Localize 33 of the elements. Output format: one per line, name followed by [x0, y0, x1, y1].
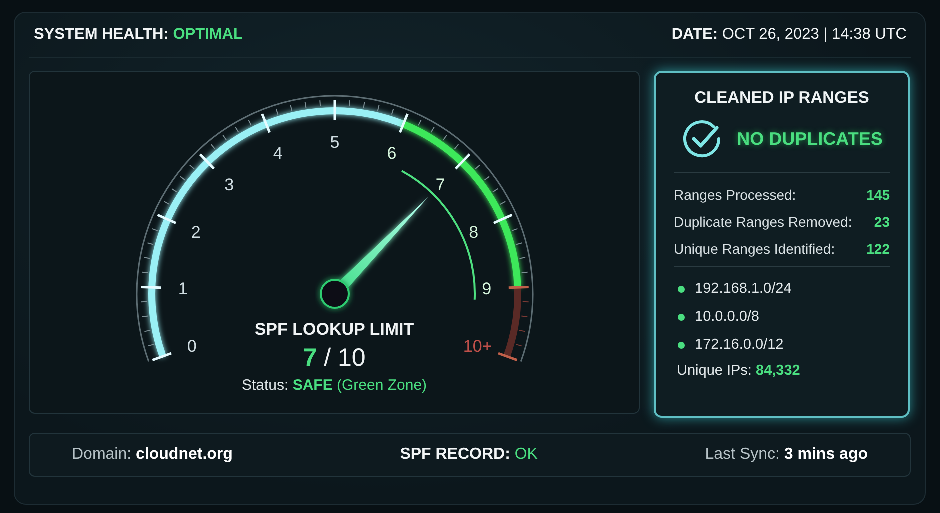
scale-label: 6 — [387, 144, 397, 164]
scale-label: 1 — [178, 280, 188, 299]
ip-range: 172.16.0.0/12 — [695, 337, 784, 353]
stat-value: 145 — [866, 186, 890, 202]
gauge-title: SPF LOOKUP LIMIT — [254, 320, 414, 340]
stat-label: Duplicate Ranges Removed: — [674, 214, 852, 230]
scale-label: 0 — [187, 336, 197, 356]
ip-range: 10.0.0.0/8 — [695, 309, 760, 325]
status-text: Status: SAFE (Green Zone) — [242, 377, 428, 394]
scale-label: 7 — [436, 176, 446, 195]
scale-label: 4 — [273, 144, 283, 164]
scale-label: 5 — [330, 133, 340, 152]
scale-label: 3 — [224, 176, 234, 195]
footer-info: SPF RECORD: OK — [400, 446, 538, 464]
scale-label: 10+ — [463, 336, 492, 356]
footer-info: Last Sync: 3 mins ago — [705, 446, 868, 464]
card-title: CLEANED IP RANGES — [694, 89, 870, 108]
scale-label: 8 — [469, 223, 479, 242]
unique-ips: Unique IPs: 84,332 — [676, 363, 802, 379]
stat-label: Unique Ranges Identified: — [674, 240, 836, 256]
scale-label: 9 — [482, 280, 492, 299]
stat-label: Ranges Processed: — [674, 186, 796, 202]
stat-value: 23 — [874, 214, 890, 230]
stat-value: 122 — [866, 240, 890, 256]
system-health-status: SYSTEM HEALTH: OPTIMAL — [34, 26, 243, 44]
date-time: DATE: OCT 26, 2023 | 14:38 UTC — [672, 26, 907, 44]
footer-info: Domain: cloudnet.org — [72, 446, 233, 464]
needle-hub — [320, 279, 350, 309]
ip-range: 192.168.1.0/24 — [695, 281, 792, 297]
check-circle-icon — [681, 118, 724, 160]
scale-label: 2 — [191, 223, 201, 242]
gauge-reading: 7 / 10 — [303, 344, 366, 373]
no-duplicates-label: NO DUPLICATES — [737, 128, 883, 150]
